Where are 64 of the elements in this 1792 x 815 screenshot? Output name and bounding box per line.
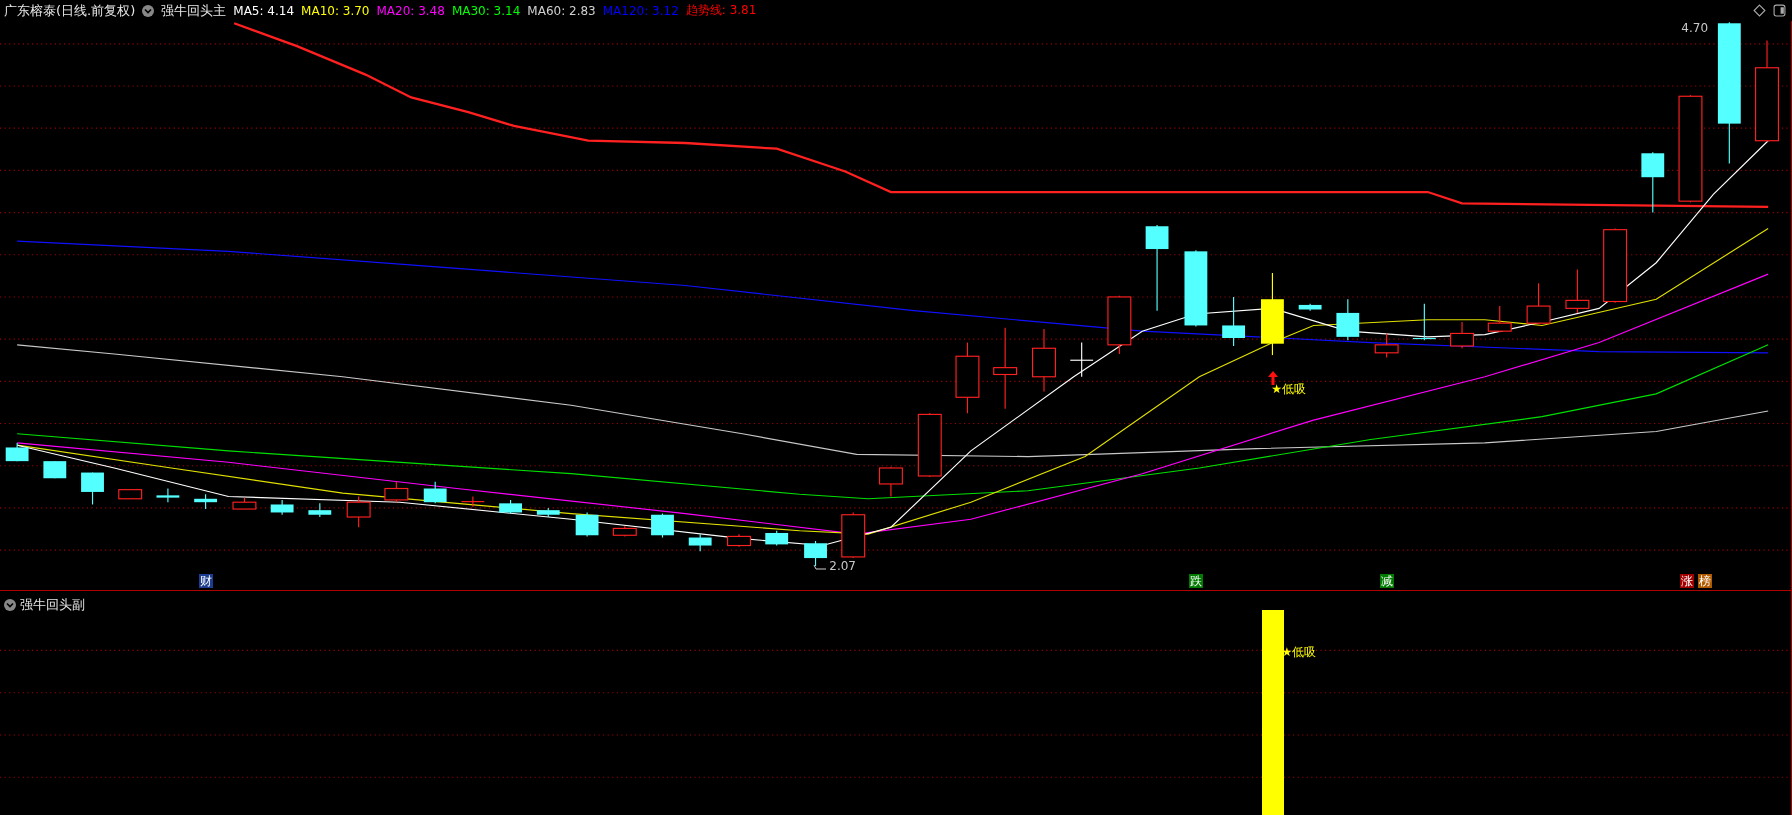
candlestick — [651, 513, 674, 539]
candlestick — [804, 540, 827, 567]
candlestick — [118, 489, 143, 500]
candlestick — [156, 487, 180, 503]
candlestick — [917, 412, 942, 478]
candlestick — [1298, 303, 1322, 312]
candlestick — [1526, 282, 1551, 325]
low-price-label: 2.07 — [829, 559, 856, 574]
signal-tag: 涨 — [1680, 574, 1695, 589]
ma-value: MA30: 3.14 — [451, 3, 521, 18]
candlestick — [5, 442, 29, 462]
candlestick — [43, 460, 67, 479]
candlestick — [194, 493, 217, 510]
ma-value: MA5: 4.14 — [233, 3, 295, 18]
sub-indicator-name[interactable]: 强牛回头副 — [20, 596, 85, 614]
candlestick — [1107, 295, 1132, 355]
signal-tag: 跌 — [1188, 574, 1203, 589]
candlestick — [81, 472, 104, 506]
signal-tag: 减 — [1379, 574, 1394, 589]
arrow-up-icon — [1267, 371, 1278, 386]
candlestick — [878, 466, 903, 498]
candlestick — [384, 481, 409, 503]
ma-value: 趋势线: 3.81 — [685, 2, 757, 19]
indicator-name[interactable]: 强牛回头主 — [161, 1, 227, 20]
candlestick — [499, 499, 522, 515]
buy-signal-label: ★低吸 — [1271, 381, 1307, 399]
ma-value: MA120: 3.12 — [602, 3, 679, 18]
candlestick — [1412, 303, 1436, 341]
candlestick — [765, 530, 789, 547]
candlestick — [308, 502, 332, 518]
candlestick — [346, 495, 371, 528]
candlestick — [727, 533, 751, 548]
ma-value: MA10: 3.70 — [301, 3, 370, 18]
candlestick — [841, 511, 866, 559]
candlestick — [461, 495, 485, 508]
signal-tag: 财 — [198, 574, 213, 589]
candlestick — [688, 533, 712, 552]
candlestick — [612, 525, 637, 537]
panel-toggle-icon[interactable] — [1773, 4, 1786, 17]
candlestick — [1374, 332, 1399, 358]
candlestick — [1336, 298, 1360, 341]
stock-title: 广东榕泰(日线.前复权) — [4, 1, 136, 20]
candlestick — [1565, 269, 1590, 314]
candlestick — [423, 481, 447, 504]
candlestick — [1222, 296, 1245, 347]
chevron-down-icon[interactable] — [142, 4, 155, 17]
buy-signal-label: ★低吸 — [1281, 643, 1317, 661]
high-price-label: 4.70 — [1681, 21, 1709, 35]
candlestick — [1487, 305, 1512, 333]
ma-value: MA60: 2.83 — [527, 3, 596, 18]
signal-tag: 榜 — [1698, 574, 1713, 589]
candlestick — [955, 342, 980, 414]
candlestick — [1450, 321, 1475, 349]
candlestick — [1641, 151, 1665, 214]
candlestick — [536, 507, 560, 518]
diamond-icon[interactable] — [1753, 4, 1766, 17]
candlestick — [270, 499, 294, 516]
candlestick — [1070, 342, 1094, 378]
candlestick — [1032, 328, 1056, 393]
leader-line — [813, 562, 828, 571]
chevron-down-icon[interactable] — [4, 599, 16, 611]
candlestick — [232, 497, 257, 510]
candlestick — [575, 511, 599, 537]
ma-value: MA20: 3.48 — [376, 3, 445, 18]
